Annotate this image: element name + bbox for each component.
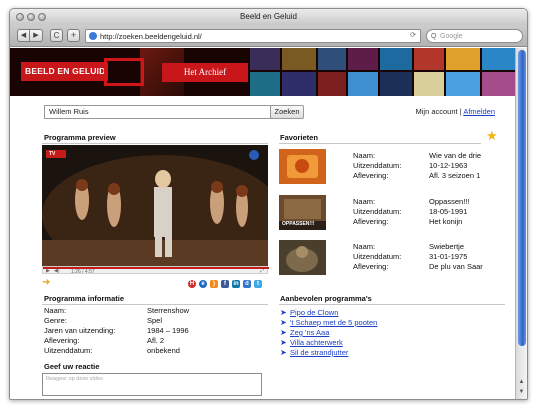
hyves-share-icon[interactable]: H (188, 280, 196, 288)
rss-share-icon[interactable]: ) (210, 280, 218, 288)
browser-window: Beeld en Geluid ◀ ▶ C + http://zoeken.be… (9, 8, 528, 400)
vertical-scrollbar[interactable]: ▲ ▼ (515, 48, 527, 399)
preview-heading: Programma preview (44, 133, 116, 142)
favorite-item[interactable]: Naam: Wie van de drie Uitzenddatum: 10-12-… (279, 149, 509, 187)
arrow-right-icon: ➤ (280, 348, 287, 357)
favorite-thumbnail[interactable] (279, 240, 326, 275)
info-row: Uitzenddatum: onbekend (44, 346, 180, 355)
aanbevolen-divider (279, 304, 505, 305)
arrow-right-icon: ➤ (280, 308, 287, 317)
linkedin-share-icon[interactable]: in (232, 280, 240, 288)
info-row: Genre: Spel (44, 316, 163, 325)
favorite-item[interactable]: Naam: Swiebertje Uitzenddatum: 31-01-1975 … (279, 240, 509, 278)
logo-frame-mark (104, 58, 144, 86)
scroll-down-icon[interactable]: ▼ (517, 388, 526, 397)
info-row: Naam: Sterrenshow (44, 306, 190, 315)
refresh-url-icon[interactable]: ⟳ (410, 31, 416, 39)
add-to-favorites-icon[interactable]: ➜ (42, 278, 50, 288)
thumbnail-caption: OPPASSEN!!! (282, 221, 315, 227)
info-table: Naam: Sterrenshow Genre: Spel Jaren van ui… (44, 306, 268, 356)
aanbevolen-heading: Aanbevolen programma's (280, 294, 372, 303)
favorite-star-icon[interactable]: ★ (486, 129, 498, 142)
info-heading: Programma informatie (44, 294, 125, 303)
volume-icon[interactable]: ◀) (54, 268, 60, 274)
video-time: 1:26 / 4:57 (71, 269, 95, 275)
arrow-right-icon: ➤ (280, 318, 287, 327)
favorite-item[interactable]: OPPASSEN!!! Naam: Oppassen!!! Uitzenddatu… (279, 195, 509, 233)
window-title: Beeld en Geluid (240, 12, 297, 21)
list-item[interactable]: ➤ Pipo de Clown (280, 308, 377, 318)
preview-divider (42, 143, 268, 144)
page-content: Willem Ruis Zoeken Mijn account | Afmeld… (10, 96, 516, 399)
scrollbar-thumb[interactable] (518, 50, 526, 346)
facebook-share-icon[interactable]: f (221, 280, 229, 288)
channel-badge: TV (49, 151, 56, 157)
favorieten-heading: Favorieten (280, 133, 318, 142)
browser-toolbar: ◀ ▶ C + http://zoeken.beeldengeluid.nl/ … (10, 25, 527, 47)
site-banner: BEELD EN GELUID Het Archief (10, 48, 516, 96)
search-engine-icon: Q (431, 33, 437, 40)
address-bar[interactable]: http://zoeken.beeldengeluid.nl/ ⟳ (85, 29, 421, 43)
close-window-button[interactable] (16, 13, 24, 21)
play-icon[interactable]: ▶ (46, 268, 50, 274)
list-item[interactable]: ➤ Zeg 'ns Aaa (280, 328, 377, 338)
beeld-en-geluid-logo[interactable]: BEELD EN GELUID (21, 62, 108, 81)
arrow-right-icon: ➤ (280, 328, 287, 337)
het-archief-label: Het Archief (162, 63, 248, 82)
delicious-share-icon[interactable]: d (243, 280, 251, 288)
mijn-account-link[interactable]: Mijn account (415, 107, 457, 116)
title-bar: Beeld en Geluid (10, 9, 527, 25)
reactie-textarea[interactable]: Reageer op deze video (42, 373, 262, 396)
scroll-up-icon[interactable]: ▲ (517, 378, 526, 387)
list-item[interactable]: ➤'t Schaep met de 5 pooten (280, 318, 377, 328)
google-search-field[interactable]: Q Google (426, 29, 523, 43)
info-divider (42, 304, 268, 305)
forward-button[interactable]: ▶ (30, 29, 43, 42)
info-row: Aflevering: Afl. 2 (44, 336, 165, 345)
share-bar: ➜ H e ) f in d t (42, 278, 268, 290)
window-controls (16, 13, 46, 21)
reactie-heading: Geef uw reactie (44, 362, 100, 371)
url-text: http://zoeken.beeldengeluid.nl/ (100, 32, 202, 41)
ie-share-icon[interactable]: e (199, 280, 207, 288)
back-button[interactable]: ◀ (17, 29, 30, 42)
zoom-window-button[interactable] (38, 13, 46, 21)
search-placeholder: Google (440, 33, 463, 40)
video-player[interactable]: TV (42, 145, 268, 266)
favorite-thumbnail[interactable] (279, 149, 326, 184)
account-separator: | (459, 107, 462, 116)
site-favicon-icon (89, 32, 97, 40)
arrow-right-icon: ➤ (280, 338, 287, 347)
search-input[interactable]: Willem Ruis (44, 105, 271, 119)
list-item[interactable]: ➤ Sil de strandjutter (280, 348, 377, 358)
favorieten-divider (279, 143, 481, 144)
search-button[interactable]: Zoeken (270, 105, 304, 119)
afmelden-link[interactable]: Afmelden (463, 107, 495, 116)
aanbevolen-list: ➤ Pipo de Clown ➤'t Schaep met de 5 poote… (280, 308, 377, 358)
account-links: Mijn account | Afmelden (415, 107, 495, 116)
video-controls[interactable]: ▶ ◀) 1:26 / 4:57 ⤢ (42, 266, 269, 275)
list-item[interactable]: ➤ Villa achterwerk (280, 338, 377, 348)
fullscreen-icon[interactable]: ⤢ (260, 268, 264, 274)
add-bookmark-button[interactable]: + (67, 29, 80, 42)
info-row: Jaren van uitzending: 1984 – 1996 (44, 326, 189, 335)
reload-button[interactable]: C (50, 29, 63, 42)
video-frame-image (42, 145, 268, 266)
minimize-window-button[interactable] (27, 13, 35, 21)
twitter-share-icon[interactable]: t (254, 280, 262, 288)
favorite-thumbnail[interactable]: OPPASSEN!!! (279, 195, 326, 230)
